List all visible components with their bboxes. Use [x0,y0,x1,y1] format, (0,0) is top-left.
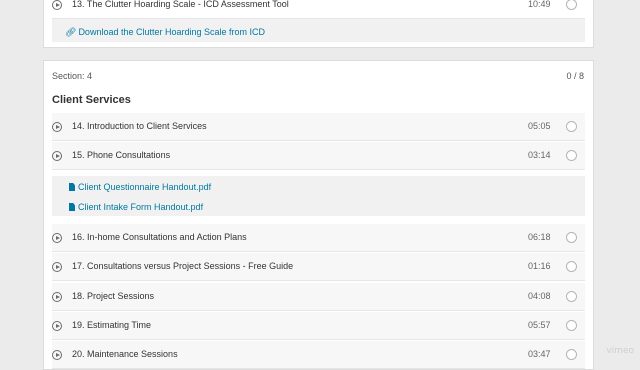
lecture-title: 14. Introduction to Client Services [72,121,207,131]
resource-panel: Client Questionnaire Handout.pdf Client … [52,176,585,216]
lecture-row[interactable]: 13. The Clutter Hoarding Scale - ICD Ass… [52,0,585,19]
completion-checkbox[interactable] [566,0,577,10]
section-title: Client Services [52,94,131,106]
lecture-title: 16. In-home Consultations and Action Pla… [72,232,247,242]
completion-checkbox[interactable] [566,150,577,161]
play-icon[interactable] [52,233,62,243]
completion-checkbox[interactable] [566,232,577,243]
play-icon[interactable] [52,350,62,360]
play-icon[interactable] [52,292,62,302]
lecture-row[interactable]: 19. Estimating Time 05:57 [52,312,585,340]
lecture-title: 15. Phone Consultations [72,150,171,160]
link-icon: 🔗︎ [65,27,77,37]
lecture-duration: 10:49 [528,0,551,9]
resource-link[interactable]: Client Questionnaire Handout.pdf [69,182,211,192]
completion-checkbox[interactable] [566,320,577,331]
lecture-title: 18. Project Sessions [72,291,155,301]
lecture-title: 19. Estimating Time [72,320,152,330]
resource-link[interactable]: 🔗︎ Download the Clutter Hoarding Scale fr… [65,27,265,38]
play-icon[interactable] [52,151,62,161]
lecture-row[interactable]: 17. Consultations versus Project Session… [52,253,585,281]
lecture-duration: 03:47 [528,349,551,359]
lecture-duration: 01:16 [528,261,551,271]
section-label: Section: 4 [52,71,93,81]
lecture-title: 13. The Clutter Hoarding Scale - ICD Ass… [72,0,289,9]
lecture-row[interactable]: 16. In-home Consultations and Action Pla… [52,224,585,252]
file-icon [69,203,75,211]
previous-section-card: 13. The Clutter Hoarding Scale - ICD Ass… [43,0,594,48]
lecture-row[interactable]: 14. Introduction to Client Services 05:0… [52,113,585,141]
lecture-duration: 04:08 [528,291,551,301]
completion-checkbox[interactable] [566,261,577,272]
lecture-duration: 05:57 [528,320,551,330]
lecture-row[interactable]: 18. Project Sessions 04:08 [52,283,585,311]
play-icon[interactable] [52,321,62,331]
lecture-row[interactable]: 15. Phone Consultations 03:14 [52,142,585,170]
completion-checkbox[interactable] [566,291,577,302]
lecture-title: 17. Consultations versus Project Session… [72,261,294,271]
file-icon [69,183,75,191]
section-progress-count: 0 / 8 [566,71,584,81]
vimeo-watermark: vimeo [606,346,634,356]
play-icon[interactable] [52,0,62,10]
section-card: Section: 4 0 / 8 Client Services 14. Int… [43,60,594,370]
completion-checkbox[interactable] [566,121,577,132]
lecture-duration: 05:05 [528,121,551,131]
resource-panel: 🔗︎ Download the Clutter Hoarding Scale fr… [52,19,585,42]
lecture-duration: 06:18 [528,232,551,242]
lecture-row[interactable]: 20. Maintenance Sessions 03:47 [52,341,585,369]
lecture-title: 20. Maintenance Sessions [72,349,178,359]
lecture-duration: 03:14 [528,150,551,160]
completion-checkbox[interactable] [566,349,577,360]
play-icon[interactable] [52,122,62,132]
resource-link[interactable]: Client Intake Form Handout.pdf [69,202,203,212]
play-icon[interactable] [52,262,62,272]
